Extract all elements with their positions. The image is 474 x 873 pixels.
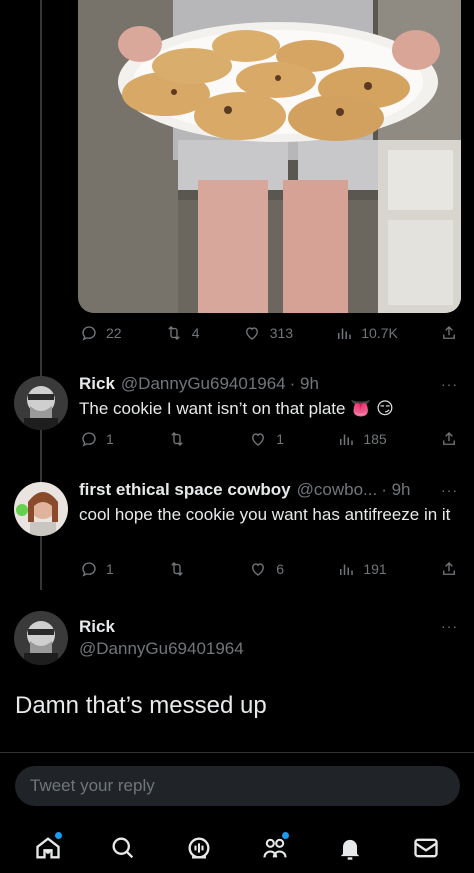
more-options-button[interactable]: ··· [441,376,458,392]
display-name[interactable]: Rick [79,374,115,394]
tab-messages[interactable] [406,828,446,868]
notifications-bell-icon [341,839,360,860]
views-icon [340,564,354,575]
focused-tweet-handle-row: @DannyGu69401964 [79,639,244,659]
timestamp: · 9h [381,480,411,499]
avatar-rick-focused[interactable] [14,611,68,665]
tab-spaces[interactable] [179,828,219,868]
reply-2-actions: 1 6 191 [80,560,458,578]
retweet-icon [171,432,183,446]
divider [0,752,474,753]
avatar-rick[interactable] [14,376,68,430]
like-action[interactable]: 1 [248,430,284,448]
reply-icon [82,432,96,447]
display-name[interactable]: Rick [79,617,115,637]
retweet-action[interactable] [167,430,195,448]
share-action[interactable] [440,560,458,578]
reply-count: 1 [106,431,114,447]
heart-icon [245,327,258,340]
timestamp: · 9h [289,374,319,393]
retweet-action[interactable]: 4 [164,324,200,342]
handle[interactable]: @DannyGu69401964 [121,374,286,394]
focused-tweet-text: Damn that’s messed up [15,692,267,719]
reply-icon [82,562,96,577]
tab-search[interactable] [103,828,143,868]
avatar-image [14,376,68,430]
heart-icon [252,563,265,576]
views-count: 185 [363,431,387,447]
reply-icon [82,326,96,341]
views-action[interactable]: 10.7K [335,324,398,342]
avatar-cowboy[interactable] [14,482,68,536]
main-tweet-actions: 22 4 313 10.7K [80,324,458,342]
like-count: 6 [276,561,285,577]
retweet-count: 4 [191,325,200,341]
share-action[interactable] [440,430,458,448]
views-count: 10.7K [361,325,398,341]
notification-dot [54,831,62,839]
like-action[interactable]: 6 [248,560,284,578]
avatar-image [14,482,68,536]
views-icon [338,328,351,339]
retweet-action[interactable] [167,560,195,578]
handle[interactable]: @cowbo... [297,480,378,500]
share-icon [443,562,455,575]
like-count: 313 [269,325,294,341]
tab-notifications[interactable] [330,828,370,868]
like-action[interactable]: 313 [242,324,293,342]
bottom-tab-bar [0,822,474,873]
reply-2-header: first ethical space cowboy @cowbo... · 9… [79,480,411,500]
views-icon [340,434,354,445]
focused-tweet-name: Rick [79,617,115,637]
reply-1-text: The cookie I want isn’t on that plate 👅 … [79,399,394,418]
share-icon [443,326,455,339]
retweet-icon [171,562,183,576]
tab-communities[interactable] [255,828,295,868]
notification-dot [281,831,289,839]
cookie-plate-photo [78,0,461,313]
retweet-icon [168,326,180,340]
reply-count: 22 [106,325,122,341]
reply-action[interactable]: 1 [80,430,114,448]
reply-input[interactable]: Tweet your reply [15,766,460,806]
reply-placeholder: Tweet your reply [30,776,155,795]
search-icon [112,837,134,858]
views-action[interactable]: 191 [337,560,387,578]
share-icon [443,432,455,445]
like-count: 1 [276,431,285,447]
reply-action[interactable]: 22 [80,324,122,342]
tab-home[interactable] [28,828,68,868]
share-action[interactable] [440,324,458,342]
heart-icon [252,433,265,446]
more-options-button[interactable]: ··· [441,618,458,634]
messages-icon [414,838,438,857]
views-count: 191 [363,561,387,577]
handle[interactable]: @DannyGu69401964 [79,639,244,659]
reply-count: 1 [106,561,114,577]
tweet-photo[interactable] [78,0,461,313]
spaces-icon [188,837,210,858]
reply-action[interactable]: 1 [80,560,114,578]
avatar-image [14,611,68,665]
views-action[interactable]: 185 [337,430,387,448]
reply-2-text: cool hope the cookie you want has antifr… [79,505,451,524]
reply-1-header: Rick @DannyGu69401964 · 9h [79,374,319,394]
reply-1-actions: 1 1 185 [80,430,458,448]
more-options-button[interactable]: ··· [441,482,458,498]
display-name[interactable]: first ethical space cowboy [79,480,291,500]
